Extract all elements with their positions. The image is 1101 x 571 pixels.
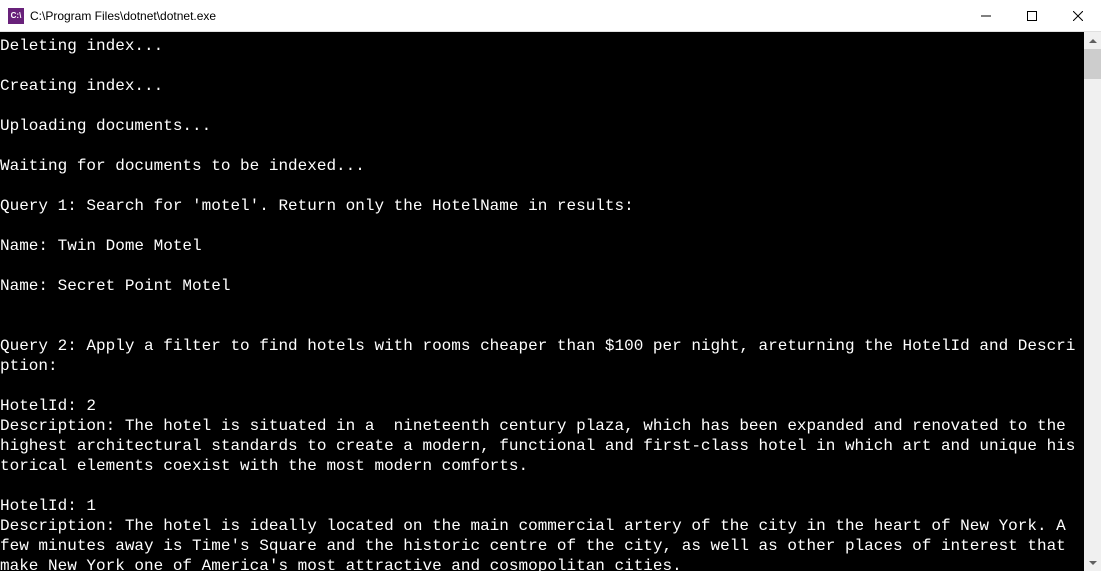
window-controls (963, 0, 1101, 31)
vertical-scrollbar[interactable] (1084, 32, 1101, 571)
console-area: Deleting index... Creating index... Uplo… (0, 32, 1101, 571)
window-title: C:\Program Files\dotnet\dotnet.exe (30, 9, 963, 23)
minimize-button[interactable] (963, 0, 1009, 32)
scroll-thumb[interactable] (1084, 49, 1101, 79)
scroll-up-arrow[interactable] (1084, 32, 1101, 49)
close-button[interactable] (1055, 0, 1101, 32)
console-output[interactable]: Deleting index... Creating index... Uplo… (0, 32, 1084, 571)
scroll-track[interactable] (1084, 49, 1101, 554)
scroll-down-arrow[interactable] (1084, 554, 1101, 571)
maximize-button[interactable] (1009, 0, 1055, 32)
titlebar: C:\ C:\Program Files\dotnet\dotnet.exe (0, 0, 1101, 32)
app-icon: C:\ (8, 8, 24, 24)
